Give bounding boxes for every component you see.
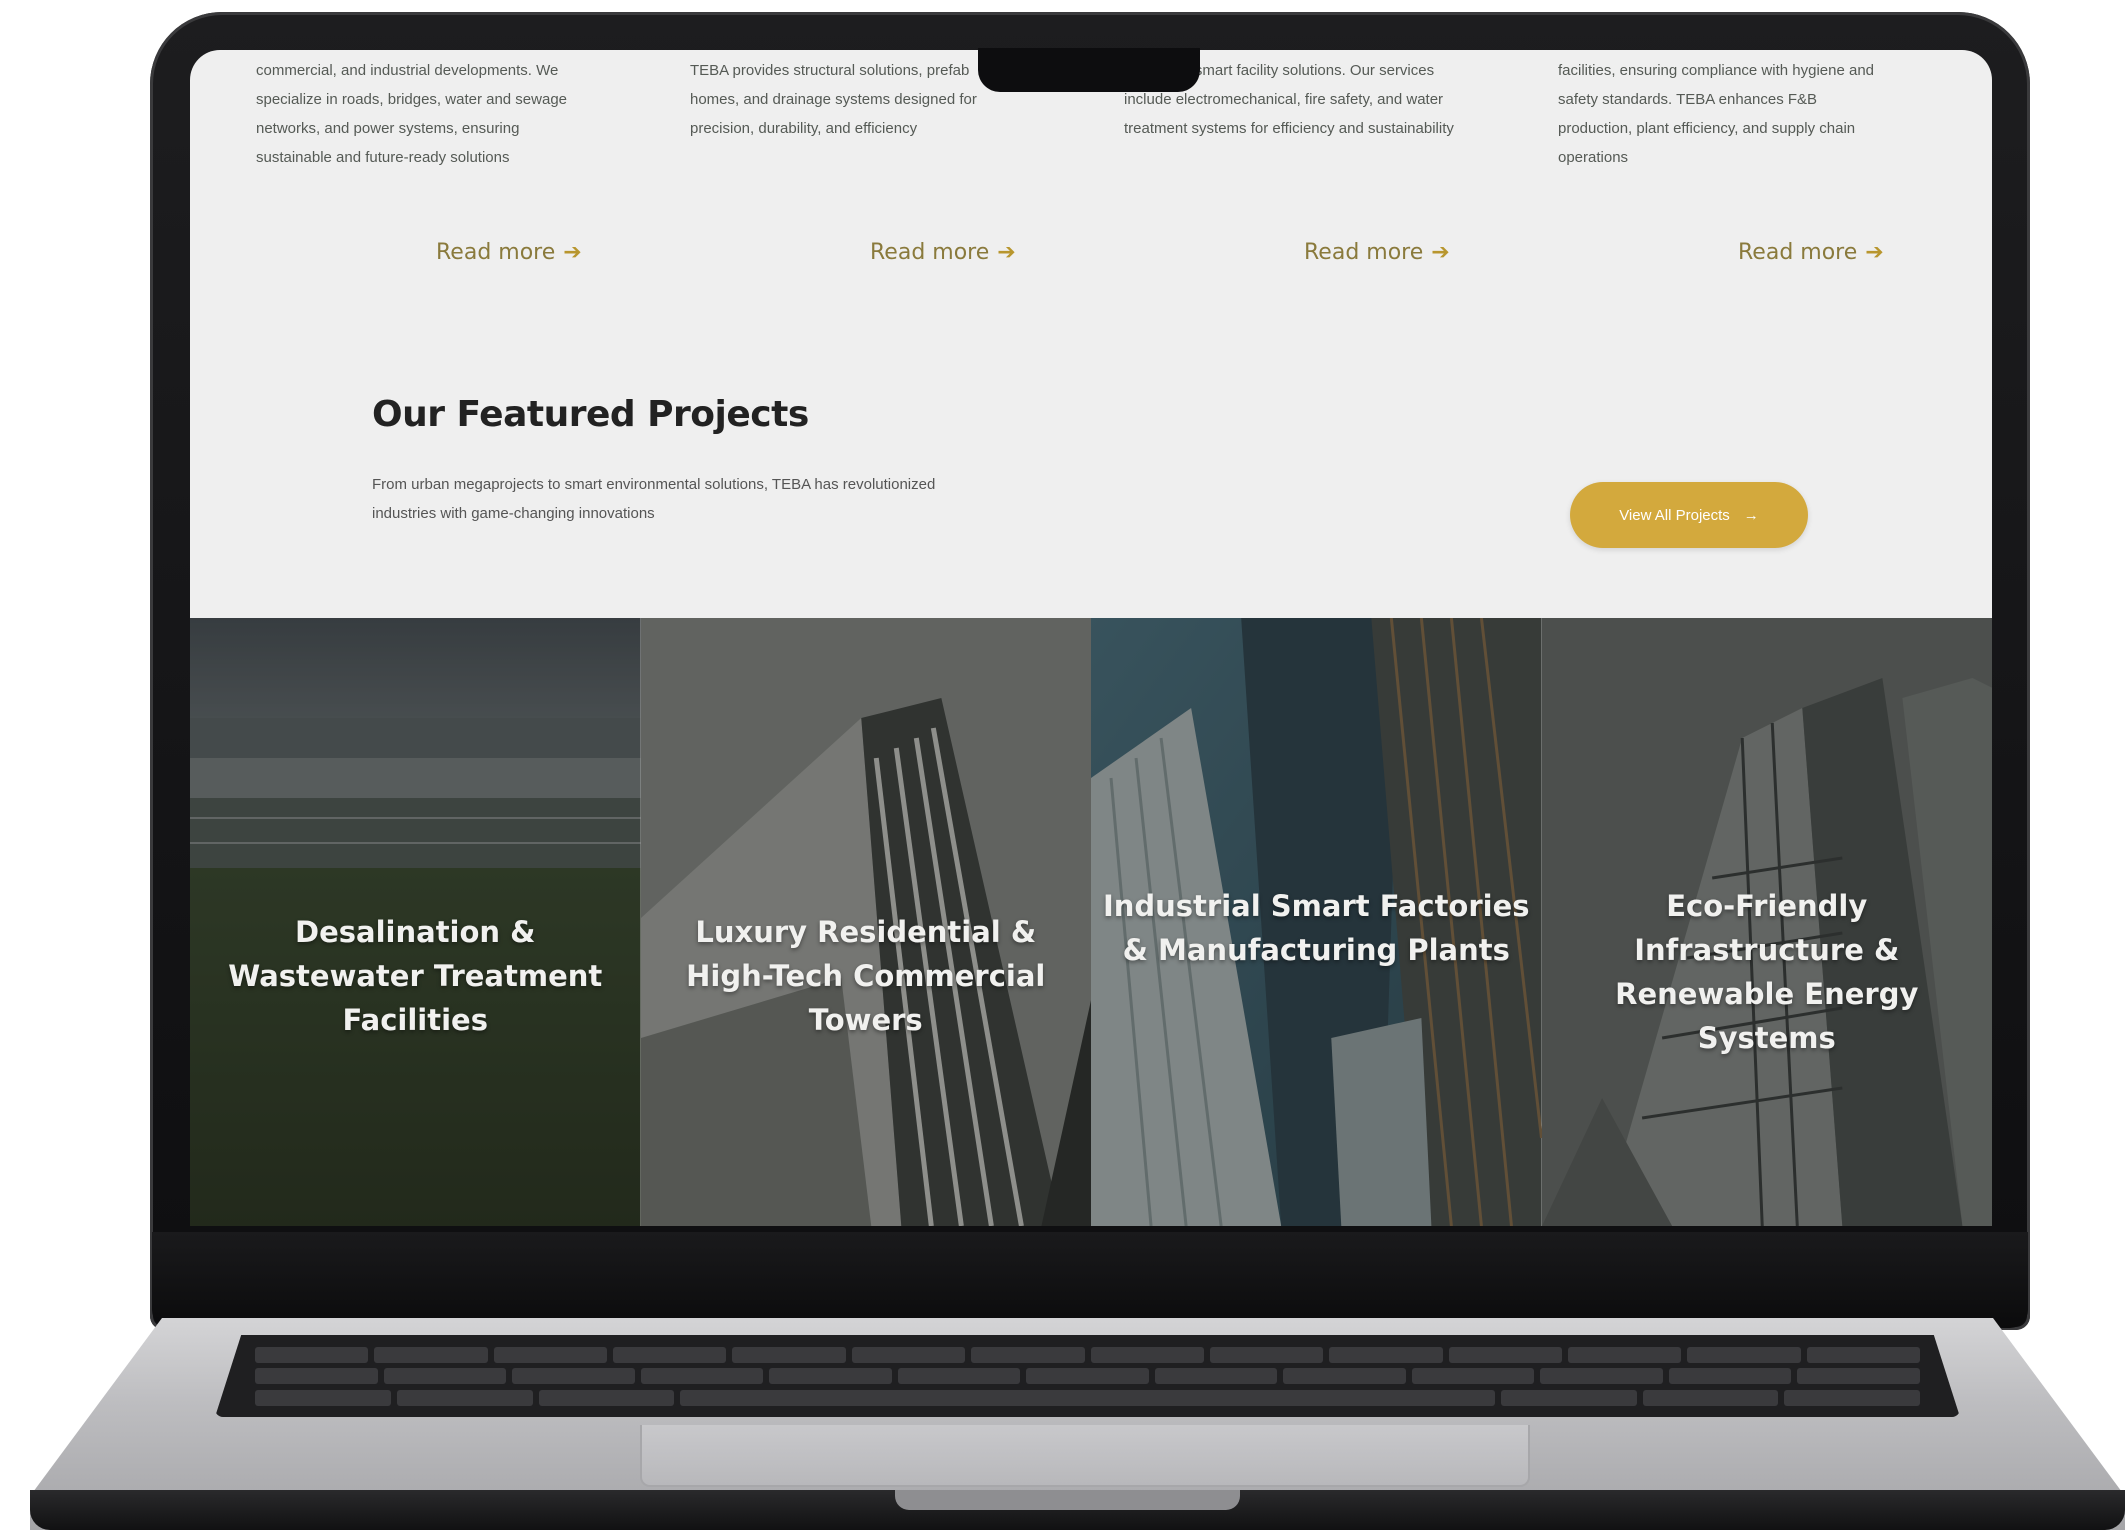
read-more-link[interactable]: Read more ➔ (870, 240, 1016, 265)
service-description: TEBA provides structural solutions, pref… (690, 62, 977, 137)
laptop-keyboard (215, 1335, 1960, 1417)
service-card: facilities, ensuring compliance with hyg… (1558, 56, 1888, 172)
project-title: Industrial Smart Factories & Manufacturi… (1102, 889, 1530, 967)
read-more-link[interactable]: Read more ➔ (436, 240, 582, 265)
view-all-projects-button[interactable]: View All Projects → (1570, 482, 1808, 548)
service-card: commercial, and industrial developments.… (256, 56, 586, 172)
view-all-projects-label: View All Projects (1619, 506, 1730, 524)
arrow-right-icon: ➔ (1865, 240, 1884, 265)
read-more-link[interactable]: Read more ➔ (1304, 240, 1450, 265)
featured-projects-subtitle: From urban megaprojects to smart environ… (372, 476, 936, 522)
project-title: Luxury Residential & High-Tech Commercia… (686, 915, 1046, 1037)
project-title: Desalination & Wastewater Treatment Faci… (228, 915, 603, 1037)
website-screen: commercial, and industrial developments.… (190, 50, 1992, 1226)
project-title: Eco-Friendly Infrastructure & Renewable … (1615, 889, 1919, 1055)
arrow-right-icon: ➔ (997, 240, 1016, 265)
service-card: TEBA provides structural solutions, pref… (690, 56, 1020, 143)
project-card-residential-towers[interactable]: Luxury Residential & High-Tech Commercia… (640, 618, 1091, 1226)
arrow-right-icon: ➔ (563, 240, 582, 265)
projects-gallery: Desalination & Wastewater Treatment Faci… (190, 618, 1992, 1226)
arrow-right-icon: → (1743, 506, 1759, 524)
laptop-trackpad (640, 1425, 1530, 1487)
read-more-label: Read more (1738, 240, 1858, 265)
project-card-desalination[interactable]: Desalination & Wastewater Treatment Faci… (190, 618, 641, 1226)
featured-projects-title: Our Featured Projects (372, 394, 809, 435)
read-more-label: Read more (436, 240, 556, 265)
service-description: commercial, and industrial developments.… (256, 62, 568, 166)
read-more-label: Read more (1304, 240, 1424, 265)
laptop-bezel-bottom (152, 1232, 2028, 1328)
project-card-eco-infrastructure[interactable]: Eco-Friendly Infrastructure & Renewable … (1541, 618, 1992, 1226)
read-more-label: Read more (870, 240, 990, 265)
services-section: commercial, and industrial developments.… (190, 50, 1992, 350)
arrow-right-icon: ➔ (1431, 240, 1450, 265)
laptop-opening-notch (895, 1490, 1240, 1510)
project-card-industrial-factories[interactable]: Industrial Smart Factories & Manufacturi… (1091, 618, 1542, 1226)
read-more-link[interactable]: Read more ➔ (1738, 240, 1884, 265)
camera-notch (978, 48, 1200, 92)
service-description: facilities, ensuring compliance with hyg… (1558, 62, 1875, 166)
